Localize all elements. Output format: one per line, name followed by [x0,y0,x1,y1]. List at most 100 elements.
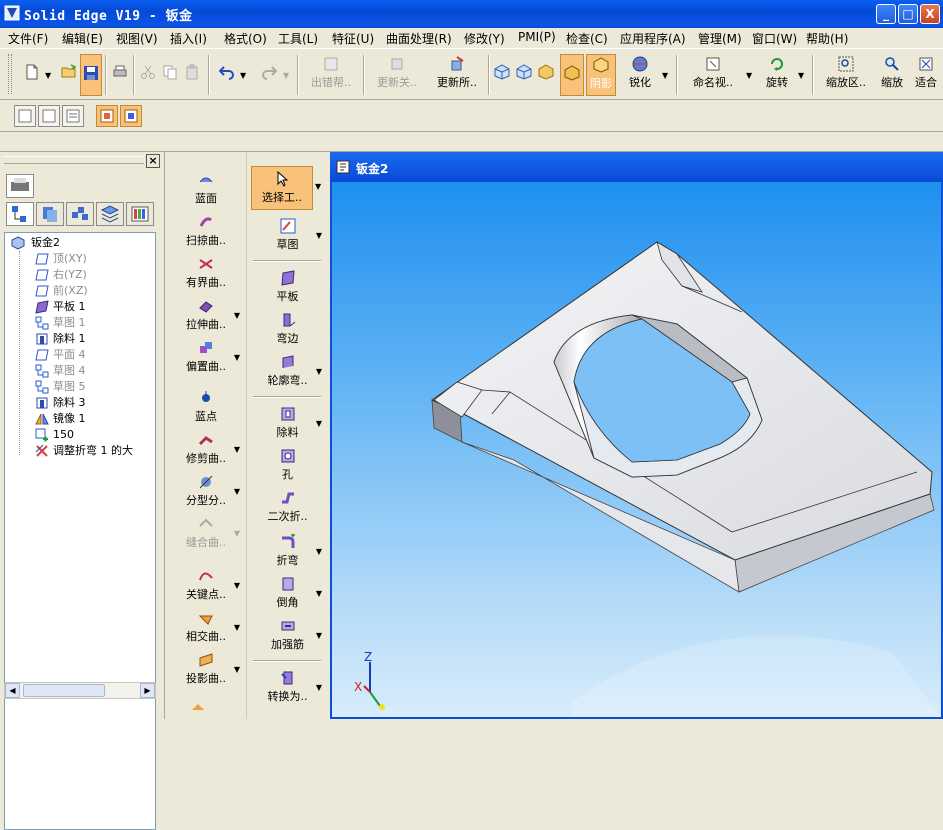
tab-feature-pathfinder[interactable] [6,202,34,226]
cmd-blue-surface[interactable]: 蓝面 [166,168,246,208]
tree-horizontal-scrollbar[interactable]: ◀ ▶ [4,682,156,699]
cmd-chamfer[interactable]: 倒角 ▼ [247,572,328,612]
cmd-swept-surface[interactable]: 扫掠曲.. [166,210,246,250]
cmd-keypoint-curve[interactable]: 关键点.. ▼ [166,564,246,604]
scroll-right-arrow-icon[interactable]: ▶ [140,683,155,698]
open-button[interactable] [58,54,80,96]
menu-features[interactable]: 特征(U) [332,30,374,47]
zoom-area-button[interactable]: 缩放区.. [818,54,874,96]
save-button[interactable] [80,54,102,96]
cut-button[interactable] [138,54,158,96]
cmd-jog[interactable]: 二次折.. [247,486,328,526]
3d-canvas[interactable]: Z X [332,182,941,717]
chevron-down-icon[interactable]: ▼ [283,71,289,80]
view-previous-button[interactable] [14,105,36,127]
cmd-trim-surface[interactable]: 修剪曲.. ▼ [166,428,246,468]
select-mode-button-2[interactable] [120,105,142,127]
tab-feature-library[interactable] [36,202,64,226]
menu-applications[interactable]: 应用程序(A) [620,30,686,47]
cmd-flange[interactable]: 弯边 [247,308,328,348]
menu-manage[interactable]: 管理(M) [698,30,742,47]
update-all-button[interactable]: 更新所.. [428,54,486,96]
menu-help[interactable]: 帮助(H) [806,30,848,47]
window-title: Solid Edge V19 - 钣金 [24,9,193,24]
cmd-bead[interactable]: 加强筋 ▼ [247,614,328,654]
cmd-bend[interactable]: 折弯 ▼ [247,530,328,570]
menu-tools[interactable]: 工具(L) [278,30,318,47]
menu-edit[interactable]: 编辑(E) [62,30,103,47]
toolbar-grip[interactable] [8,54,12,94]
print-button[interactable] [110,54,130,96]
cmd-hole[interactable]: 孔 [247,444,328,484]
panel-close-button[interactable]: × [146,154,160,168]
menu-format[interactable]: 格式(O) [224,30,267,47]
sharpen-button[interactable]: 锐化 [622,54,658,96]
redo-button[interactable] [258,54,280,96]
panel-grip[interactable] [4,156,144,164]
menu-view[interactable]: 视图(V) [116,30,158,47]
zoom-button[interactable]: 缩放 [878,54,906,96]
cmd-select-tool[interactable]: 选择工.. [251,166,313,210]
sheet-metal-commands-column: 选择工.. ▼ 草图 ▼ 平板 弯边 轮廓弯.. ▼ 除料 ▼ 孔 二次折.. … [246,152,328,719]
tab-family[interactable] [66,202,94,226]
update-related-icon [391,58,403,70]
menu-surfacing[interactable]: 曲面处理(R) [386,30,452,47]
cmd-bounded-surface[interactable]: 有界曲.. [166,252,246,292]
update-related-button[interactable]: 更新关.. [368,54,426,96]
view-next-button[interactable] [38,105,60,127]
tab-sensors[interactable] [126,202,154,226]
sheet-metal-part-model[interactable] [332,182,941,717]
menu-inspect[interactable]: 检查(C) [566,30,608,47]
bend-icon [281,534,295,548]
chevron-down-icon[interactable]: ▼ [315,182,321,191]
view-dimetric-button[interactable] [514,54,534,96]
view-iso-button[interactable] [492,54,512,96]
sketch-icon [280,218,295,234]
minimize-button[interactable]: _ [876,4,896,24]
chevron-down-icon[interactable]: ▼ [45,71,51,80]
cmd-parting-split[interactable]: 分型分.. ▼ [166,470,246,510]
view-trimetric-button[interactable] [536,54,556,96]
rotate-button[interactable]: 旋转 [760,54,794,96]
select-mode-button-1[interactable] [96,105,118,127]
scroll-left-arrow-icon[interactable]: ◀ [5,683,20,698]
scrollbar-thumb[interactable] [23,684,105,697]
chevron-down-icon[interactable]: ▼ [798,71,804,80]
view-list-button[interactable] [62,105,84,127]
cmd-stitch-surface[interactable]: 缝合曲.. ▼ [166,512,246,552]
cmd-tab[interactable]: 平板 [247,266,328,306]
copy-button[interactable] [160,54,180,96]
shading-icon [593,57,609,73]
tab-layers[interactable] [96,202,124,226]
undo-button[interactable] [216,54,238,96]
cmd-blue-dot[interactable]: 蓝点 [166,386,246,426]
chevron-down-icon[interactable]: ▼ [746,71,752,80]
chevron-down-icon[interactable]: ▼ [240,71,246,80]
shaded-view-button[interactable] [560,54,584,96]
new-button[interactable] [20,54,44,96]
more-commands-icon[interactable] [190,700,206,716]
shading-button[interactable]: 阴影 [586,54,616,96]
named-view-button[interactable]: 命名视.. [684,54,742,96]
zoom-area-icon [838,56,854,72]
menu-modify[interactable]: 修改(Y) [464,30,505,47]
chevron-down-icon[interactable]: ▼ [662,71,668,80]
edgebar-main-tab[interactable] [6,174,34,198]
menu-pmi[interactable]: PMI(P) [518,30,556,44]
cmd-cutout[interactable]: 除料 ▼ [247,402,328,442]
cmd-extruded-surface[interactable]: 拉伸曲.. ▼ [166,294,246,334]
fit-button[interactable]: 适合 [912,54,940,96]
maximize-button[interactable]: □ [898,4,918,24]
cmd-intersection-curve[interactable]: 相交曲.. ▼ [166,606,246,646]
cmd-sketch[interactable]: 草图 ▼ [247,214,328,254]
menu-insert[interactable]: 插入(I) [170,30,207,47]
close-button[interactable]: X [920,4,940,24]
error-assistant-button[interactable]: 出错帮.. [302,54,360,96]
paste-button[interactable] [182,54,202,96]
cmd-convert[interactable]: 转换为.. ▼ [247,666,328,706]
cmd-contour-flange[interactable]: 轮廓弯.. ▼ [247,350,328,390]
cmd-offset-surface[interactable]: 偏置曲.. ▼ [166,336,246,376]
menu-window[interactable]: 窗口(W) [752,30,797,47]
cmd-projected-curve[interactable]: 投影曲.. ▼ [166,648,246,688]
menu-file[interactable]: 文件(F) [8,30,48,47]
